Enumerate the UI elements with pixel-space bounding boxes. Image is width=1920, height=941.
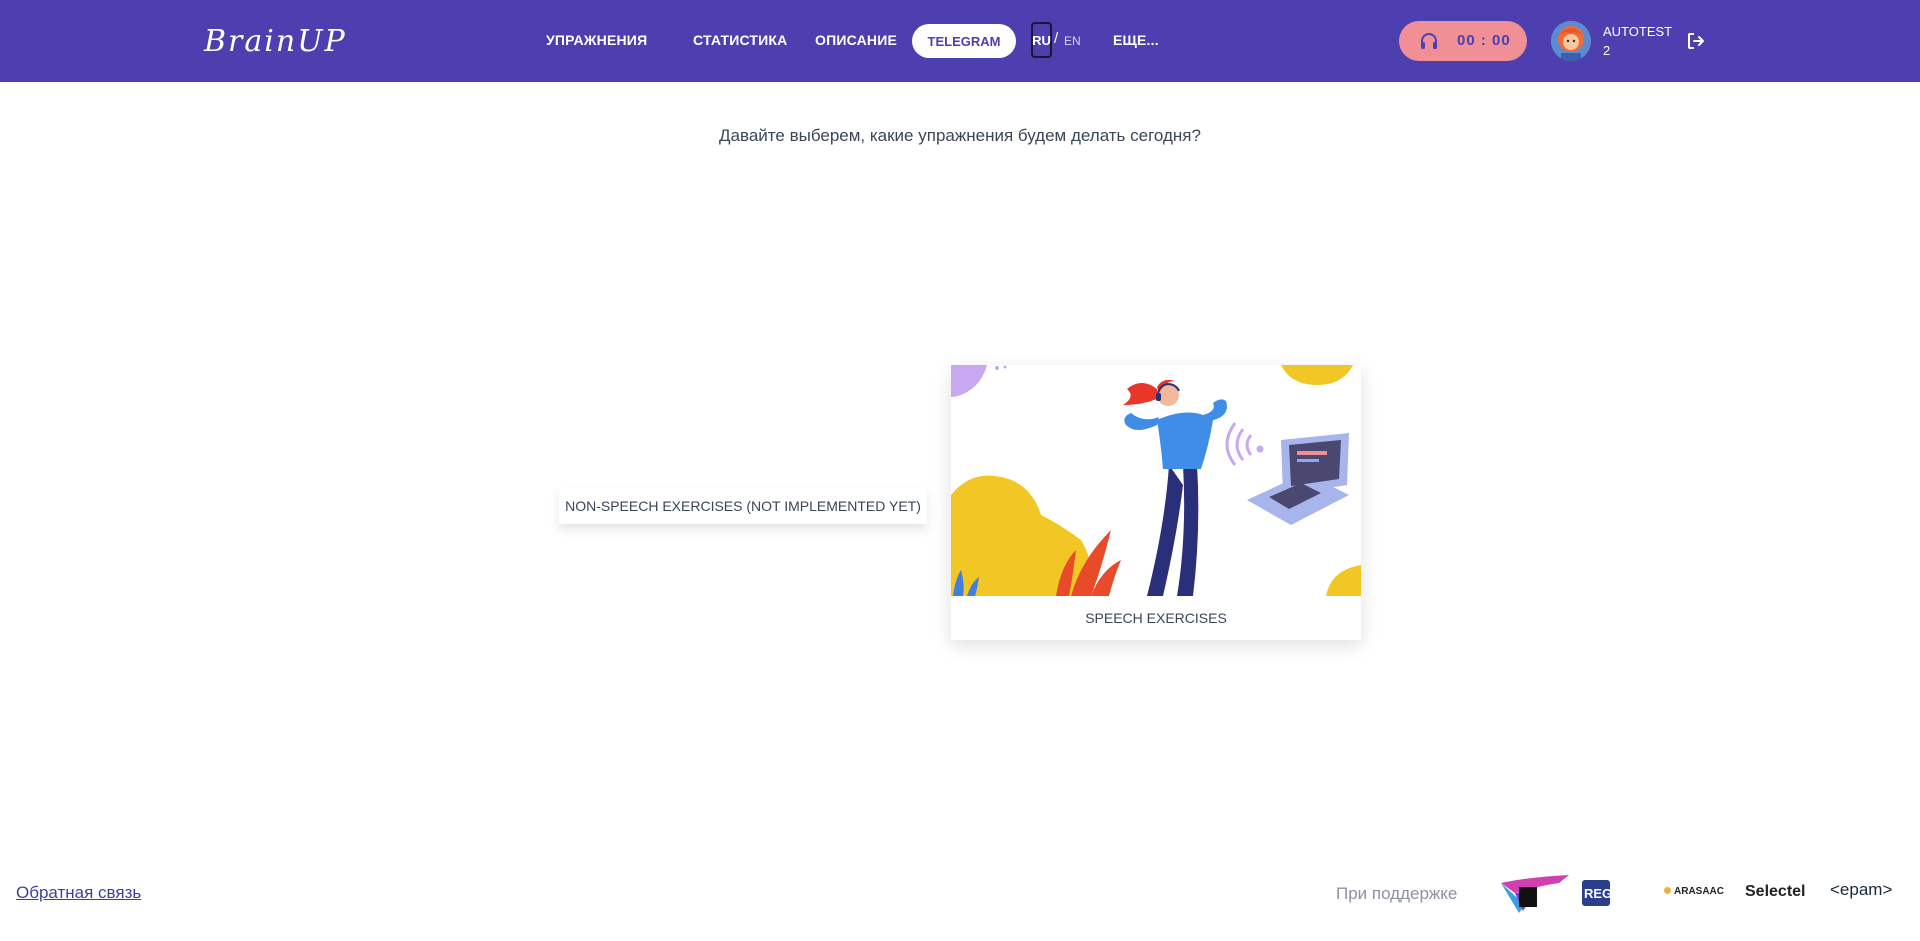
- nav-more[interactable]: ЕЩЕ...: [1113, 32, 1159, 48]
- arasaac-mark-icon: [1664, 887, 1671, 894]
- timer-value: 00 : 00: [1457, 32, 1511, 49]
- user-avatar[interactable]: [1551, 21, 1591, 61]
- non-speech-exercises-card[interactable]: NON-SPEECH EXERCISES (NOT IMPLEMENTED YE…: [559, 488, 927, 524]
- page-prompt: Давайте выберем, какие упражнения будем …: [719, 126, 1201, 145]
- speech-exercises-card[interactable]: SPEECH EXERCISES: [951, 365, 1361, 640]
- non-speech-exercises-label: NON-SPEECH EXERCISES (NOT IMPLEMENTED YE…: [565, 498, 921, 514]
- nav-description[interactable]: ОПИСАНИЕ: [815, 32, 897, 48]
- sponsor-arasaac-text: ARASAAC: [1674, 886, 1724, 897]
- lang-separator: /: [1054, 30, 1059, 47]
- user-name-line1: AUTOTEST: [1603, 24, 1673, 39]
- nav-statistics[interactable]: СТАТИСТИКА: [693, 32, 788, 48]
- top-navigation-bar: BrainUP УПРАЖНЕНИЯ СТАТИСТИКА ОПИСАНИЕ T…: [0, 0, 1920, 82]
- sponsor-ribbon-logo[interactable]: [1499, 873, 1571, 915]
- sponsor-epam-text: <epam>: [1830, 880, 1893, 899]
- user-name: AUTOTEST 2: [1603, 22, 1672, 60]
- sponsor-selectel-text: Selectel: [1745, 883, 1806, 900]
- lang-en-button[interactable]: EN: [1064, 34, 1081, 48]
- user-name-line2: 2: [1603, 43, 1611, 58]
- sponsor-epam-logo[interactable]: <epam>: [1830, 880, 1900, 904]
- support-label: При поддержке: [1336, 884, 1458, 903]
- sponsor-selectel-logo[interactable]: Selectel: [1745, 882, 1817, 904]
- feedback-link[interactable]: Обратная связь: [16, 883, 141, 903]
- speech-exercises-illustration: [951, 365, 1361, 596]
- nav-telegram-button[interactable]: TELEGRAM: [912, 24, 1016, 58]
- nav-exercises[interactable]: УПРАЖНЕНИЯ: [546, 32, 647, 48]
- sponsor-arasaac-logo[interactable]: ARASAAC: [1664, 884, 1734, 904]
- logout-icon[interactable]: [1686, 31, 1706, 51]
- timer-button[interactable]: 00 : 00: [1399, 21, 1527, 61]
- avatar-illustration: [1551, 21, 1591, 61]
- headphones-icon: [1421, 33, 1437, 49]
- sponsor-regru-logo[interactable]: REG.RU: [1582, 878, 1642, 908]
- lang-ru-button[interactable]: RU: [1031, 22, 1052, 58]
- sponsor-regru-text: REG.RU: [1584, 886, 1635, 901]
- speech-exercises-label: SPEECH EXERCISES: [1085, 610, 1227, 626]
- brainup-logo[interactable]: BrainUP: [204, 24, 347, 59]
